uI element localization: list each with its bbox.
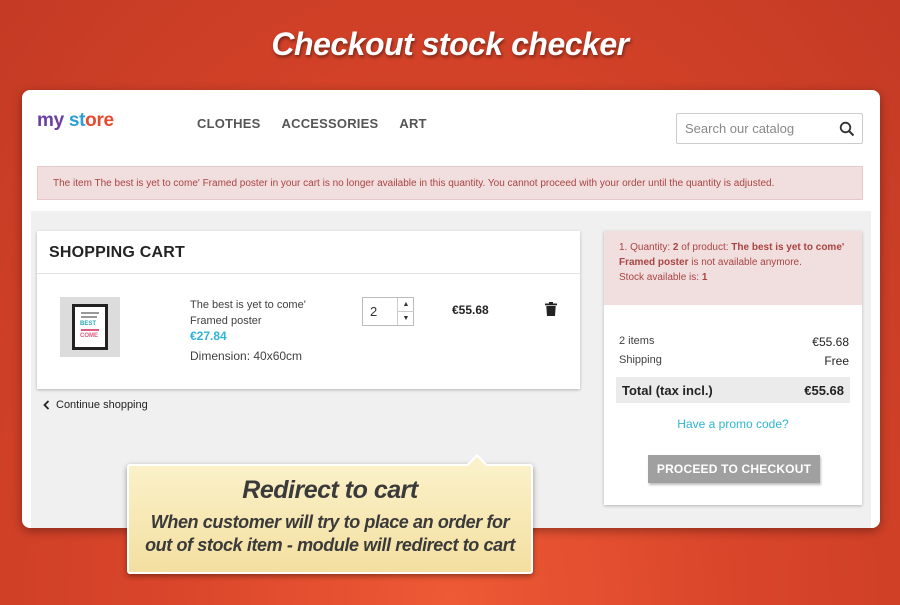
- continue-shopping-link[interactable]: Continue shopping: [43, 399, 148, 411]
- chevron-left-icon: [43, 400, 50, 410]
- product-price: €27.84: [190, 329, 227, 343]
- shipping-row: Shipping Free: [619, 354, 849, 368]
- store-logo[interactable]: my store: [37, 110, 114, 132]
- logo-part-ore: ore: [85, 110, 114, 131]
- alert-stock-label: Stock available is:: [619, 272, 702, 283]
- alert-prefix: 1. Quantity:: [619, 242, 673, 253]
- items-value: €55.68: [812, 335, 849, 349]
- shipping-label: Shipping: [619, 354, 662, 366]
- total-value: €55.68: [804, 382, 844, 398]
- nav-item-clothes[interactable]: CLOTHES: [197, 116, 261, 131]
- store-window: my store CLOTHES ACCESSORIES ART The ite…: [22, 90, 880, 528]
- continue-shopping-label: Continue shopping: [56, 399, 148, 411]
- callout-line-1: When customer will try to place an order…: [150, 512, 510, 532]
- main-nav: CLOTHES ACCESSORIES ART: [197, 116, 448, 131]
- trash-icon[interactable]: [545, 302, 557, 316]
- divider: [37, 273, 580, 274]
- product-name[interactable]: The best is yet to come' Framed poster: [190, 297, 340, 329]
- cart-title: SHOPPING CART: [49, 244, 185, 261]
- callout-pointer: [465, 454, 489, 467]
- alert-suffix: is not available anymore.: [688, 257, 802, 268]
- quantity-value[interactable]: 2: [370, 304, 377, 319]
- alert-stock-value: 1: [701, 272, 708, 283]
- items-row: 2 items €55.68: [619, 335, 849, 349]
- quantity-down-button[interactable]: ▼: [398, 312, 414, 326]
- shipping-value: Free: [824, 354, 849, 368]
- poster-word-best: BEST: [80, 321, 97, 327]
- logo-part-st: st: [63, 110, 86, 131]
- nav-item-accessories[interactable]: ACCESSORIES: [282, 116, 379, 131]
- poster-word-come: COME: [80, 333, 98, 339]
- promo-code-link[interactable]: Have a promo code?: [604, 417, 862, 431]
- search-icon[interactable]: [839, 121, 855, 137]
- line-total: €55.68: [452, 303, 489, 317]
- shopping-cart-card: SHOPPING CART BEST COME The best is yet …: [37, 231, 580, 389]
- callout-title: Redirect to cart: [242, 476, 418, 504]
- search-input[interactable]: [677, 114, 837, 143]
- product-thumbnail[interactable]: BEST COME: [60, 297, 120, 357]
- total-row: Total (tax incl.) €55.68: [616, 377, 850, 403]
- quantity-stepper[interactable]: 2 ▲ ▼: [362, 297, 414, 326]
- callout-line-2: out of stock item - module will redirect…: [145, 535, 515, 555]
- poster-text-line: [81, 316, 97, 318]
- poster-text-line: [81, 312, 99, 314]
- logo-part-my: my: [37, 110, 64, 131]
- summary-stock-alert: 1. Quantity: 2 of product: The best is y…: [604, 231, 862, 305]
- callout-text: When customer will try to place an order…: [129, 511, 531, 557]
- items-label: 2 items: [619, 335, 655, 347]
- poster-text-line: [81, 329, 99, 331]
- stock-alert: The item The best is yet to come' Framed…: [37, 166, 863, 200]
- cart-summary-card: 1. Quantity: 2 of product: The best is y…: [604, 231, 862, 505]
- proceed-to-checkout-button[interactable]: PROCEED TO CHECKOUT: [648, 455, 820, 483]
- callout-box: Redirect to cart When customer will try …: [127, 454, 533, 574]
- quantity-up-button[interactable]: ▲: [398, 298, 414, 312]
- product-dimension: Dimension: 40x60cm: [190, 349, 303, 363]
- hero-title: Checkout stock checker: [271, 26, 629, 62]
- total-label: Total (tax incl.): [622, 382, 713, 398]
- search-box: [676, 113, 863, 144]
- alert-mid: of product:: [678, 242, 732, 253]
- nav-item-art[interactable]: ART: [399, 116, 426, 131]
- poster-frame: BEST COME: [72, 304, 108, 350]
